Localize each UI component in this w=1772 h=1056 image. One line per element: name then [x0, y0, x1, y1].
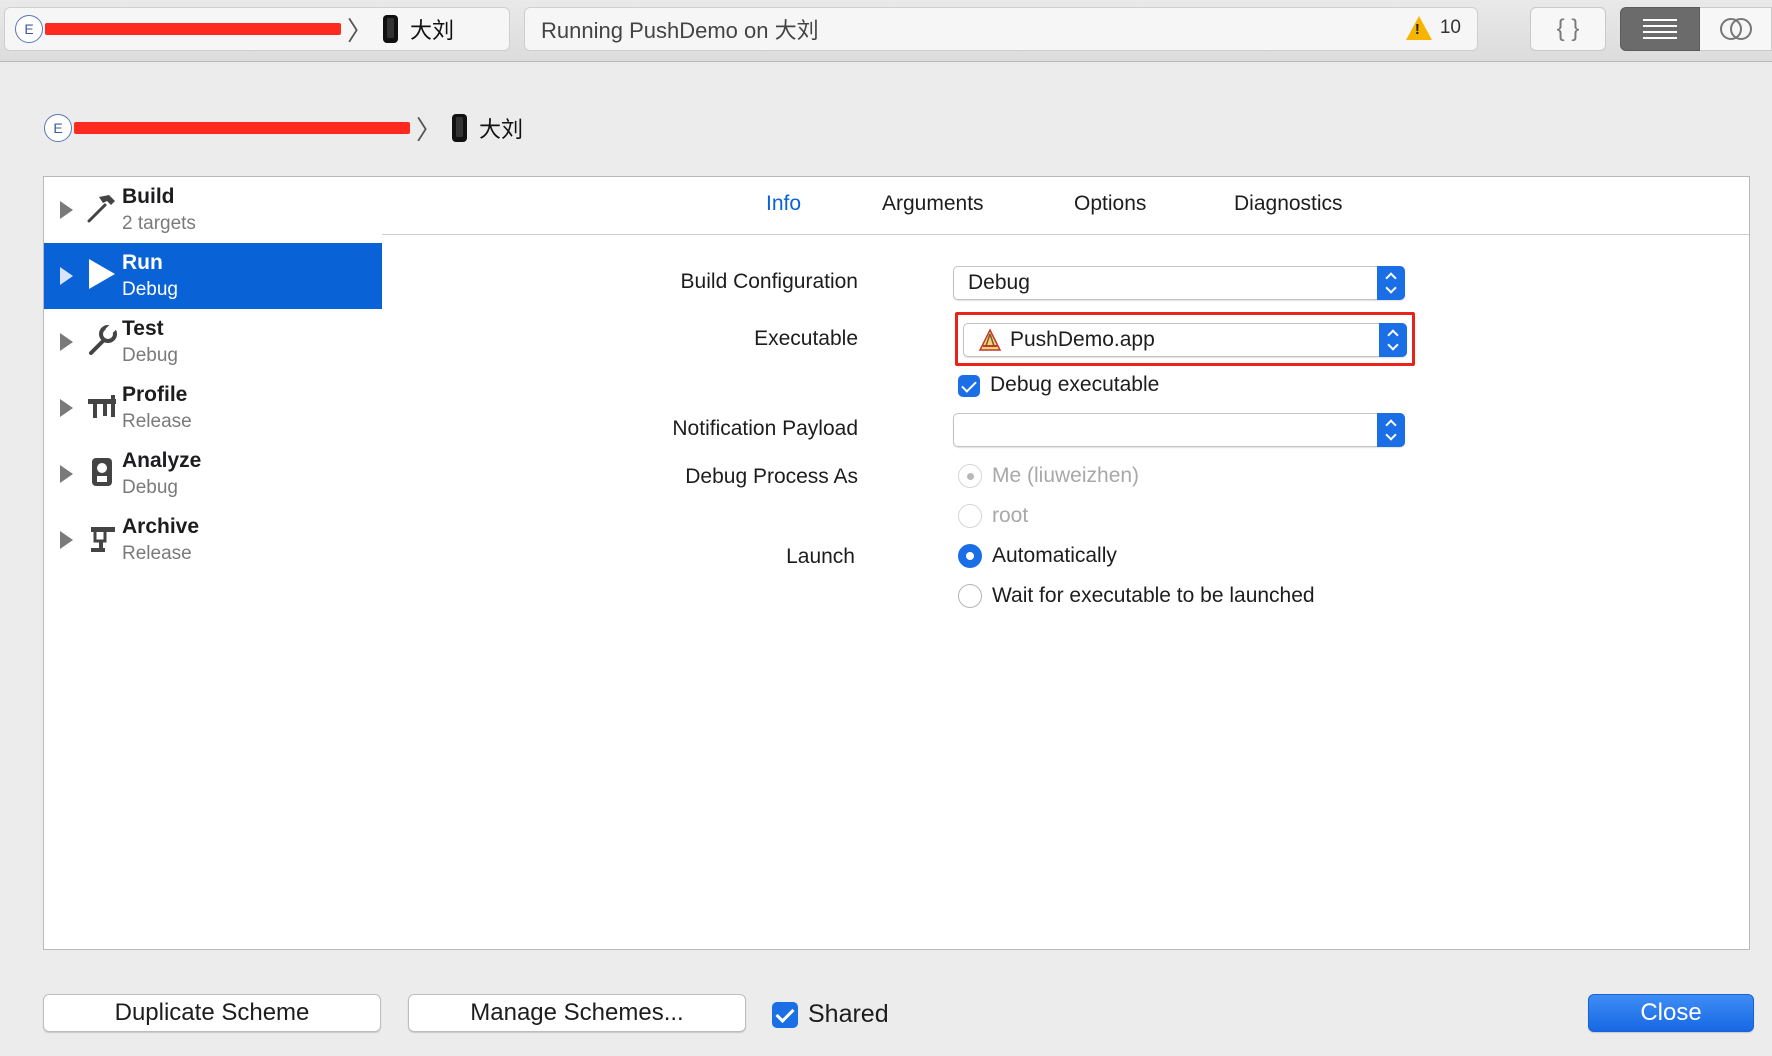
disclosure-triangle-icon[interactable] — [60, 267, 73, 285]
radio-me[interactable] — [958, 464, 982, 488]
destination-device-name: 大刘 — [479, 117, 524, 142]
debug-executable-label: Debug executable — [990, 373, 1160, 396]
action-profile[interactable]: Profile Release — [44, 375, 382, 441]
wrench-icon — [84, 321, 120, 359]
iphone-icon — [452, 114, 468, 142]
lines-icon — [1643, 19, 1677, 39]
play-icon — [84, 255, 120, 293]
build-configuration-label: Build Configuration — [680, 270, 858, 293]
tab-info[interactable]: Info — [766, 192, 801, 216]
popup-stepper-icon — [1379, 323, 1407, 357]
standard-editor-button[interactable] — [1620, 7, 1700, 51]
action-archive[interactable]: Archive Release — [44, 507, 382, 573]
redacted-scheme-name — [45, 23, 341, 35]
disclosure-triangle-icon[interactable] — [60, 531, 73, 549]
tab-bar: Info Arguments Options Diagnostics — [382, 177, 1749, 235]
disclosure-triangle-icon[interactable] — [60, 465, 73, 483]
radio-wait-for-launch[interactable] — [958, 584, 982, 608]
action-subtitle: Release — [122, 543, 192, 564]
warning-icon: ! — [1405, 16, 1432, 40]
hammer-icon — [84, 189, 120, 227]
action-subtitle: Debug — [122, 279, 178, 300]
action-title: Analyze — [122, 449, 202, 472]
destination-device-name: 大刘 — [410, 18, 455, 43]
shared-label: Shared — [808, 1000, 889, 1028]
popup-stepper-icon — [1377, 413, 1405, 447]
app-icon — [978, 328, 1002, 352]
duplicate-scheme-button[interactable]: Duplicate Scheme — [43, 994, 381, 1032]
action-build[interactable]: Build 2 targets — [44, 177, 382, 243]
chevron-right-icon: 〉 — [416, 114, 443, 145]
activity-status-text: Running PushDemo on 大刘 — [541, 18, 819, 43]
redacted-scheme-name — [74, 122, 410, 134]
disclosure-triangle-icon[interactable] — [60, 333, 73, 351]
chevron-right-icon: 〉 — [347, 15, 374, 46]
disclosure-triangle-icon[interactable] — [60, 399, 73, 417]
code-review-button[interactable]: { } — [1530, 7, 1606, 51]
notification-payload-label: Notification Payload — [672, 417, 858, 440]
overlapping-circles-icon — [1719, 18, 1752, 40]
action-title: Profile — [122, 383, 188, 406]
action-analyze[interactable]: Analyze Debug — [44, 441, 382, 507]
close-button[interactable]: Close — [1588, 994, 1754, 1032]
scheme-breadcrumb[interactable]: E 〉 大刘 — [44, 108, 523, 148]
debug-executable-checkbox[interactable] — [958, 375, 980, 397]
action-title: Run — [122, 251, 163, 274]
executable-popup[interactable]: PushDemo.app — [963, 323, 1407, 357]
debug-process-as-label: Debug Process As — [685, 465, 858, 488]
window-toolbar: E 〉 大刘 Running PushDemo on 大刘 ! 10 { } — [0, 0, 1772, 62]
radio-me-label: Me (liuweizhen) — [992, 464, 1140, 487]
executable-value: PushDemo.app — [1010, 328, 1155, 351]
action-subtitle: Release — [122, 411, 192, 432]
radio-automatically-label: Automatically — [992, 544, 1117, 567]
manage-schemes-button[interactable]: Manage Schemes... — [408, 994, 746, 1032]
tab-arguments[interactable]: Arguments — [882, 192, 984, 216]
executable-label: Executable — [754, 327, 858, 350]
warnings-indicator[interactable]: ! 10 — [1405, 16, 1461, 40]
scheme-actions-list: Build 2 targets Run Debug Test Debug Pro… — [43, 176, 383, 950]
build-configuration-value: Debug — [968, 271, 1030, 294]
warning-count: 10 — [1439, 17, 1461, 38]
assistant-editor-button[interactable] — [1700, 7, 1772, 51]
action-subtitle: Debug — [122, 477, 178, 498]
action-title: Archive — [122, 515, 200, 538]
action-test[interactable]: Test Debug — [44, 309, 382, 375]
shared-checkbox[interactable] — [772, 1002, 798, 1028]
radio-root[interactable] — [958, 504, 982, 528]
popup-stepper-icon — [1377, 266, 1405, 300]
tab-options[interactable]: Options — [1074, 192, 1146, 216]
action-subtitle: Debug — [122, 345, 178, 366]
action-subtitle: 2 targets — [122, 213, 196, 234]
run-action-settings: Info Arguments Options Diagnostics Build… — [382, 176, 1750, 950]
braces-icon: { } — [1556, 15, 1580, 42]
archive-icon — [84, 519, 120, 557]
scheme-selector[interactable]: E 〉 大刘 — [4, 7, 510, 51]
launch-label: Launch — [786, 545, 855, 568]
action-title: Build — [122, 185, 175, 208]
disclosure-triangle-icon[interactable] — [60, 201, 73, 219]
extension-scheme-icon: E — [15, 15, 43, 43]
radio-automatically[interactable] — [958, 544, 982, 568]
gauge-icon — [84, 387, 120, 425]
notification-payload-popup[interactable] — [953, 413, 1405, 447]
analyze-icon — [84, 453, 120, 491]
radio-wait-for-launch-label: Wait for executable to be launched — [992, 584, 1315, 607]
tab-diagnostics[interactable]: Diagnostics — [1234, 192, 1343, 216]
activity-viewer: Running PushDemo on 大刘 ! 10 — [524, 7, 1478, 51]
action-run[interactable]: Run Debug — [44, 243, 382, 309]
iphone-icon — [383, 15, 399, 43]
radio-root-label: root — [992, 504, 1029, 527]
extension-scheme-icon: E — [44, 114, 72, 142]
action-title: Test — [122, 317, 164, 340]
build-configuration-popup[interactable]: Debug — [953, 266, 1405, 300]
